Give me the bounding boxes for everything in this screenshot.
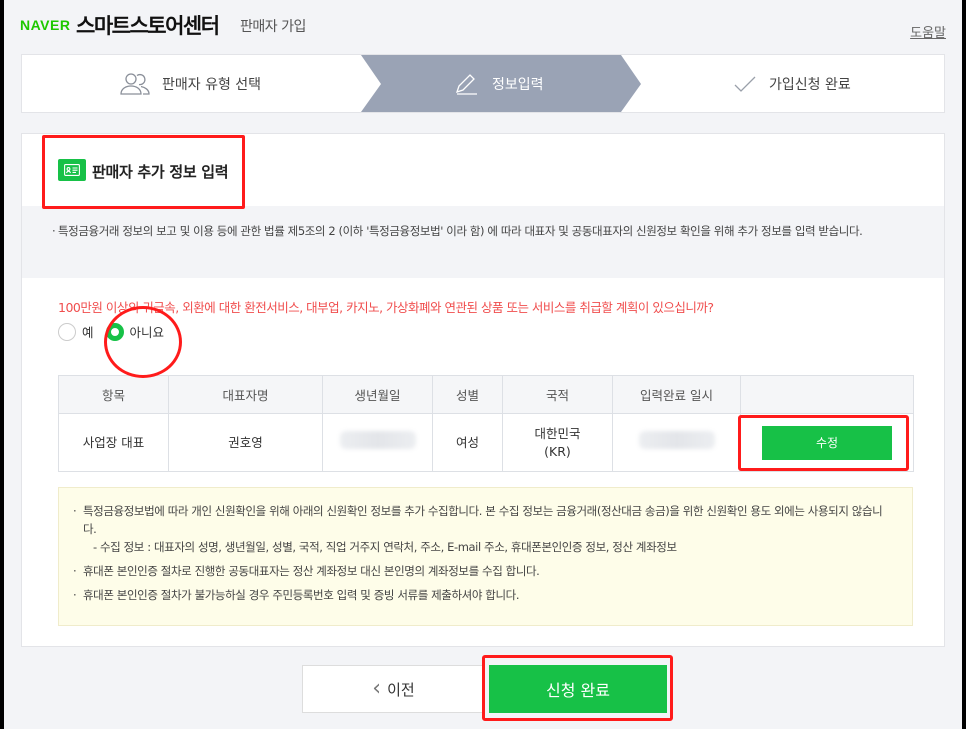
page-subtitle: 판매자 가입 <box>240 19 306 35</box>
column-header: 대표자명 <box>168 375 323 414</box>
risk-radio-group: 예 아니요 <box>58 322 176 341</box>
submit-button[interactable]: 신청 완료 <box>489 665 667 713</box>
risk-question: 100만원 이상의 귀금속, 외환에 대한 환전서비스, 대부업, 카지노, 가… <box>58 300 714 315</box>
prev-label: 이전 <box>387 680 415 699</box>
edit-button[interactable]: 수정 <box>762 425 892 460</box>
id-card-icon <box>58 159 86 181</box>
cell-gender: 여성 <box>432 413 503 472</box>
column-header: 성별 <box>432 375 503 414</box>
info-text: 특정금융정보법에 따라 개인 신원확인을 위해 아래의 신원확인 정보를 추가 … <box>83 504 883 536</box>
help-link[interactable]: 도움말 <box>910 22 946 41</box>
cell-birthdate <box>322 413 433 472</box>
representative-table: 항목 대표자명 생년월일 성별 국적 입력완료 일시 사업장 대표 권호영 여성… <box>58 375 914 472</box>
nationality-text: 대한민국 <box>534 425 581 441</box>
step-arrow <box>361 55 381 112</box>
panel-header: 판매자 추가 정보 입력 <box>22 134 944 206</box>
step-info-input: 정보입력 <box>454 55 544 112</box>
additional-info-panel: 판매자 추가 정보 입력 · 특정금융거래 정보의 보고 및 이용 등에 관한 … <box>21 133 945 647</box>
table-header-row: 항목 대표자명 생년월일 성별 국적 입력완료 일시 <box>58 375 914 414</box>
blurred-value <box>638 431 715 449</box>
radio-yes[interactable] <box>58 322 76 341</box>
info-item: 특정금융정보법에 따라 개인 신원확인을 위해 아래의 신원확인 정보를 추가 … <box>73 502 892 556</box>
notice-text: 특정금융거래 정보의 보고 및 이용 등에 관한 법률 제5조의 2 (이하 '… <box>58 224 863 238</box>
column-header: 국적 <box>502 375 613 414</box>
step-seller-type: 판매자 유형 선택 <box>120 55 261 112</box>
info-item: 휴대폰 본인인증 절차로 진행한 공동대표자는 정산 계좌정보 대신 본인명의 … <box>73 562 892 580</box>
cell-name: 권호영 <box>168 413 323 472</box>
cell-nationality: 대한민국 (KR) <box>502 413 613 472</box>
prev-button[interactable]: ‹ 이전 <box>302 665 485 713</box>
nationality-code: (KR) <box>544 443 571 459</box>
radio-no[interactable] <box>105 322 124 341</box>
blurred-value <box>339 431 416 449</box>
pencil-icon <box>454 73 480 95</box>
people-icon <box>120 72 150 96</box>
info-item: 휴대폰 본인인증 절차가 불가능하실 경우 주민등록번호 입력 및 증빙 서류를… <box>73 586 892 604</box>
step-arrow <box>621 55 641 112</box>
column-header: 입력완료 일시 <box>612 375 741 414</box>
radio-yes-label[interactable]: 예 <box>82 322 94 341</box>
step-label: 판매자 유형 선택 <box>162 76 262 93</box>
column-header: 항목 <box>58 375 169 414</box>
step-complete: 가입신청 완료 <box>733 55 851 112</box>
panel-title: 판매자 추가 정보 입력 <box>92 163 229 181</box>
header: NAVER 스마트스토어센터 판매자 가입 도움말 <box>4 0 962 52</box>
column-header: 생년월일 <box>322 375 433 414</box>
page-frame: NAVER 스마트스토어센터 판매자 가입 도움말 판매자 유형 선택 정보입력… <box>4 0 962 729</box>
legal-notice: · 특정금융거래 정보의 보고 및 이용 등에 관한 법률 제5조의 2 (이하… <box>22 206 944 278</box>
info-box: 특정금융정보법에 따라 개인 신원확인을 위해 아래의 신원확인 정보를 추가 … <box>58 487 913 626</box>
bullet: · <box>52 224 56 238</box>
naver-logo[interactable]: NAVER <box>20 17 70 33</box>
step-label: 정보입력 <box>492 76 544 93</box>
chevron-left-icon: ‹ <box>372 676 382 701</box>
check-icon <box>733 75 757 93</box>
store-title[interactable]: 스마트스토어센터 <box>76 10 220 40</box>
cell-action: 수정 <box>740 413 914 472</box>
radio-no-label[interactable]: 아니요 <box>130 322 165 341</box>
step-label: 가입신청 완료 <box>769 76 851 93</box>
signup-stepper: 판매자 유형 선택 정보입력 가입신청 완료 <box>21 54 945 113</box>
column-header <box>740 375 914 414</box>
info-subtext: - 수집 정보 : 대표자의 성명, 생년월일, 성별, 국적, 직업 거주지 … <box>93 540 677 554</box>
cell-type: 사업장 대표 <box>58 413 169 472</box>
table-row: 사업장 대표 권호영 여성 대한민국 (KR) 수정 <box>58 413 914 472</box>
cell-completed-at <box>612 413 741 472</box>
